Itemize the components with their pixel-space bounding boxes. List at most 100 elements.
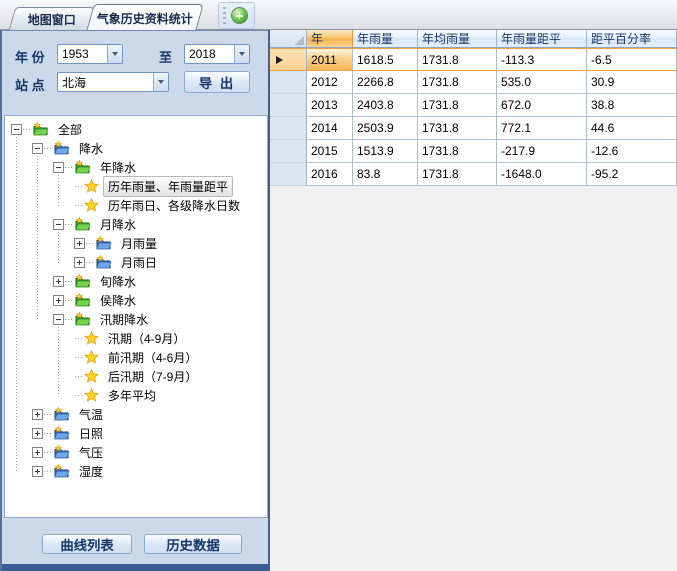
corner-triangle-icon [295,36,304,45]
tree-item-monthly-precipitation[interactable]: 月降水 [5,215,267,234]
left-sidebar: 年 份 1953 至 2018 站 点 北海 导 出 [0,30,268,571]
cell-year[interactable]: 2013 [307,94,353,117]
column-header-anomaly-percent[interactable]: 距平百分率 [587,30,677,48]
tree-item-monthly-rain-days[interactable]: 月雨日 [5,253,267,272]
expand-toggle-icon[interactable] [32,466,43,477]
cell[interactable]: 1731.8 [418,117,497,140]
table-row[interactable]: 2014 2503.9 1731.8 772.1 44.6 [270,117,677,140]
tree-item-flood-season[interactable]: 汛期（4-9月） [5,329,267,348]
column-header-annual-rainfall[interactable]: 年雨量 [353,30,418,48]
expand-toggle-icon[interactable] [32,447,43,458]
cell[interactable]: 1731.8 [418,140,497,163]
cell[interactable]: 30.9 [587,71,677,94]
panel-splitter[interactable] [268,30,270,571]
history-data-button[interactable]: 历史数据 [144,534,242,554]
cell[interactable]: 44.6 [587,117,677,140]
tree-item-sunshine[interactable]: 日照 [5,424,267,443]
curve-list-button[interactable]: 曲线列表 [42,534,132,554]
cell[interactable]: -12.6 [587,140,677,163]
column-header-year[interactable]: 年 [307,30,353,48]
cell[interactable]: -1648.0 [497,163,587,186]
tree-item-pentad-precipitation[interactable]: 侯降水 [5,291,267,310]
cell[interactable]: 1618.5 [353,48,418,71]
collapse-toggle-icon[interactable] [53,314,64,325]
cell[interactable]: 2403.8 [353,94,418,117]
row-selector[interactable] [270,48,307,71]
cell-year[interactable]: 2014 [307,117,353,140]
cell[interactable]: 1731.8 [418,163,497,186]
tree-item-humidity[interactable]: 湿度 [5,462,267,481]
cell[interactable]: 1731.8 [418,94,497,117]
star-icon [84,179,99,194]
table-row[interactable]: 2016 83.8 1731.8 -1648.0 -95.2 [270,163,677,186]
cell[interactable]: -95.2 [587,163,677,186]
tree-item-post-flood-season[interactable]: 后汛期（7-9月） [5,367,267,386]
add-tab-button plus-icon[interactable] [231,7,248,24]
export-button[interactable]: 导 出 [184,71,250,93]
cell-year[interactable]: 2011 [307,48,353,71]
row-selector[interactable] [270,117,307,140]
cell[interactable]: 2266.8 [353,71,418,94]
tree-item-monthly-rainfall[interactable]: 月雨量 [5,234,267,253]
collapse-toggle-icon[interactable] [32,143,43,154]
tree-item-temperature[interactable]: 气温 [5,405,267,424]
tree-item-annual-precipitation[interactable]: 年降水 [5,158,267,177]
tree-item-pre-flood-season[interactable]: 前汛期（4-6月） [5,348,267,367]
expand-toggle-icon[interactable] [74,257,85,268]
column-header-mean-rainfall[interactable]: 年均雨量 [418,30,497,48]
column-header-rainfall-anomaly[interactable]: 年雨量距平 [497,30,587,48]
table-row[interactable]: 2015 1513.9 1731.8 -217.9 -12.6 [270,140,677,163]
folder-green-star-icon [74,160,91,175]
cell[interactable]: 38.8 [587,94,677,117]
cell[interactable]: 1731.8 [418,71,497,94]
chevron-down-icon[interactable] [153,73,168,91]
cell[interactable]: -113.3 [497,48,587,71]
table-row[interactable]: 2012 2266.8 1731.8 535.0 30.9 [270,71,677,94]
cell-year[interactable]: 2012 [307,71,353,94]
folder-green-star-icon [32,122,49,137]
expand-toggle-icon[interactable] [32,409,43,420]
cell[interactable]: 83.8 [353,163,418,186]
row-selector[interactable] [270,163,307,186]
year-to-select[interactable]: 2018 [184,44,250,64]
tree-item-tenday-precipitation[interactable]: 旬降水 [5,272,267,291]
tab-weather-history-statistics[interactable]: 气象历史资料统计 [86,4,204,31]
year-from-select[interactable]: 1953 [57,44,123,64]
cell[interactable]: 2503.9 [353,117,418,140]
cell[interactable]: 1513.9 [353,140,418,163]
cell[interactable]: -6.5 [587,48,677,71]
select-all-corner[interactable] [270,30,307,48]
tree-item-all[interactable]: 全部 [5,120,267,139]
cell[interactable]: 1731.8 [418,48,497,71]
expand-toggle-icon[interactable] [32,428,43,439]
tree-item-rain-days[interactable]: 历年雨日、各级降水日数 [5,196,267,215]
expand-toggle-icon[interactable] [53,276,64,287]
chevron-down-icon[interactable] [234,45,249,63]
cell[interactable]: 672.0 [497,94,587,117]
chevron-down-icon[interactable] [107,45,122,63]
collapse-toggle-icon[interactable] [53,162,64,173]
table-row[interactable]: 2013 2403.8 1731.8 672.0 38.8 [270,94,677,117]
row-selector[interactable] [270,140,307,163]
tree-item-annual-rainfall-anomaly[interactable]: 历年雨量、年雨量距平 [5,177,267,196]
expand-toggle-icon[interactable] [74,238,85,249]
cell[interactable]: 772.1 [497,117,587,140]
tab-map-window[interactable]: 地图窗口 [9,7,96,30]
tree-item-multi-year-average[interactable]: 多年平均 [5,386,267,405]
row-selector[interactable] [270,94,307,117]
cell-year[interactable]: 2016 [307,163,353,186]
tree-item-flood-season-precipitation[interactable]: 汛期降水 [5,310,267,329]
table-row[interactable]: 2011 1618.5 1731.8 -113.3 -6.5 [270,48,677,71]
row-selector[interactable] [270,71,307,94]
expand-toggle-icon[interactable] [53,295,64,306]
cell-year[interactable]: 2015 [307,140,353,163]
tree-item-pressure[interactable]: 气压 [5,443,267,462]
collapse-toggle-icon[interactable] [53,219,64,230]
cell[interactable]: 535.0 [497,71,587,94]
current-row-arrow-icon [276,56,283,64]
collapse-toggle-icon[interactable] [11,124,22,135]
tree-item-precipitation[interactable]: 降水 [5,139,267,158]
to-label: 至 [159,47,172,66]
station-select[interactable]: 北海 [57,72,169,92]
cell[interactable]: -217.9 [497,140,587,163]
